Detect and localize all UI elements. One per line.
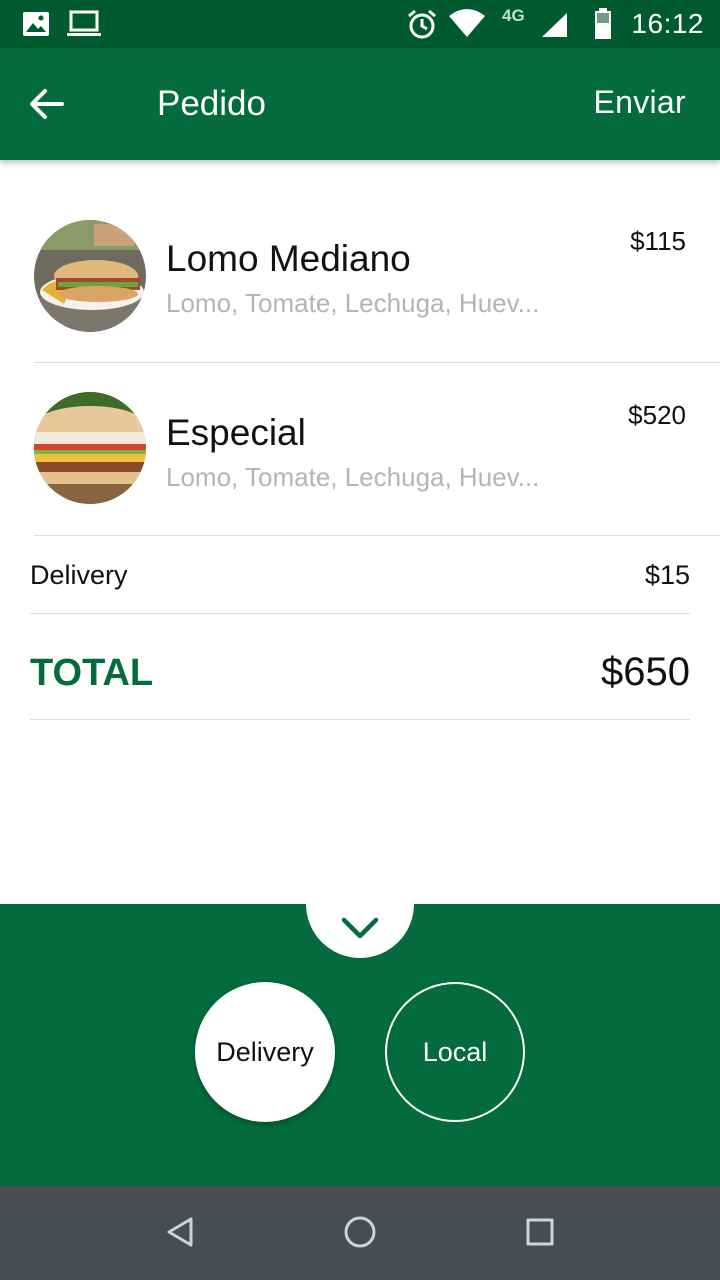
delivery-label: Delivery [30,560,128,590]
total-label: TOTAL [30,652,154,694]
collapse-toggle-button[interactable] [306,850,414,958]
item-price: $520 [628,400,686,430]
back-button[interactable] [18,80,74,132]
nav-home-button[interactable] [336,1210,384,1258]
order-item[interactable]: Lomo Mediano Lomo, Tomate, Lechuga, Huev… [0,188,720,362]
send-button[interactable]: Enviar [593,84,686,121]
battery-icon [594,8,612,45]
divider [34,535,720,536]
item-thumbnail [34,392,146,504]
arrow-left-icon [28,88,64,125]
order-screen: 4G 16:12 Pedido Enviar Lomo Mediano Lomo… [0,0,720,1280]
item-name: Lomo Mediano [166,238,411,279]
total-value: $650 [601,650,690,694]
system-nav-bar [0,1186,720,1280]
item-thumbnail [34,220,146,332]
chevron-down-icon [340,915,380,946]
signal-icon [540,12,568,43]
clock: 16:12 [631,8,704,39]
item-description: Lomo, Tomate, Lechuga, Huev... [166,288,540,318]
recents-square-icon [525,1217,555,1252]
image-icon [22,10,50,43]
network-type: 4G [502,6,525,25]
order-item[interactable]: Especial Lomo, Tomate, Lechuga, Huev... … [0,362,720,536]
home-circle-icon [343,1215,377,1254]
divider [30,613,690,614]
wifi-icon [448,8,486,43]
divider [30,719,690,720]
app-bar: Pedido Enviar [0,48,720,160]
delivery-option-button[interactable]: Delivery [195,982,335,1122]
item-description: Lomo, Tomate, Lechuga, Huev... [166,462,540,492]
status-bar: 4G 16:12 [0,0,720,48]
alarm-icon [406,8,438,45]
delivery-price: $15 [644,560,690,590]
nav-recents-button[interactable] [516,1210,564,1258]
page-title: Pedido [157,84,266,123]
nav-back-button[interactable] [156,1210,204,1258]
local-option-button[interactable]: Local [385,982,525,1122]
laptop-icon [66,10,102,43]
item-name: Especial [166,412,306,453]
back-triangle-icon [165,1216,195,1253]
item-price: $115 [630,226,686,256]
